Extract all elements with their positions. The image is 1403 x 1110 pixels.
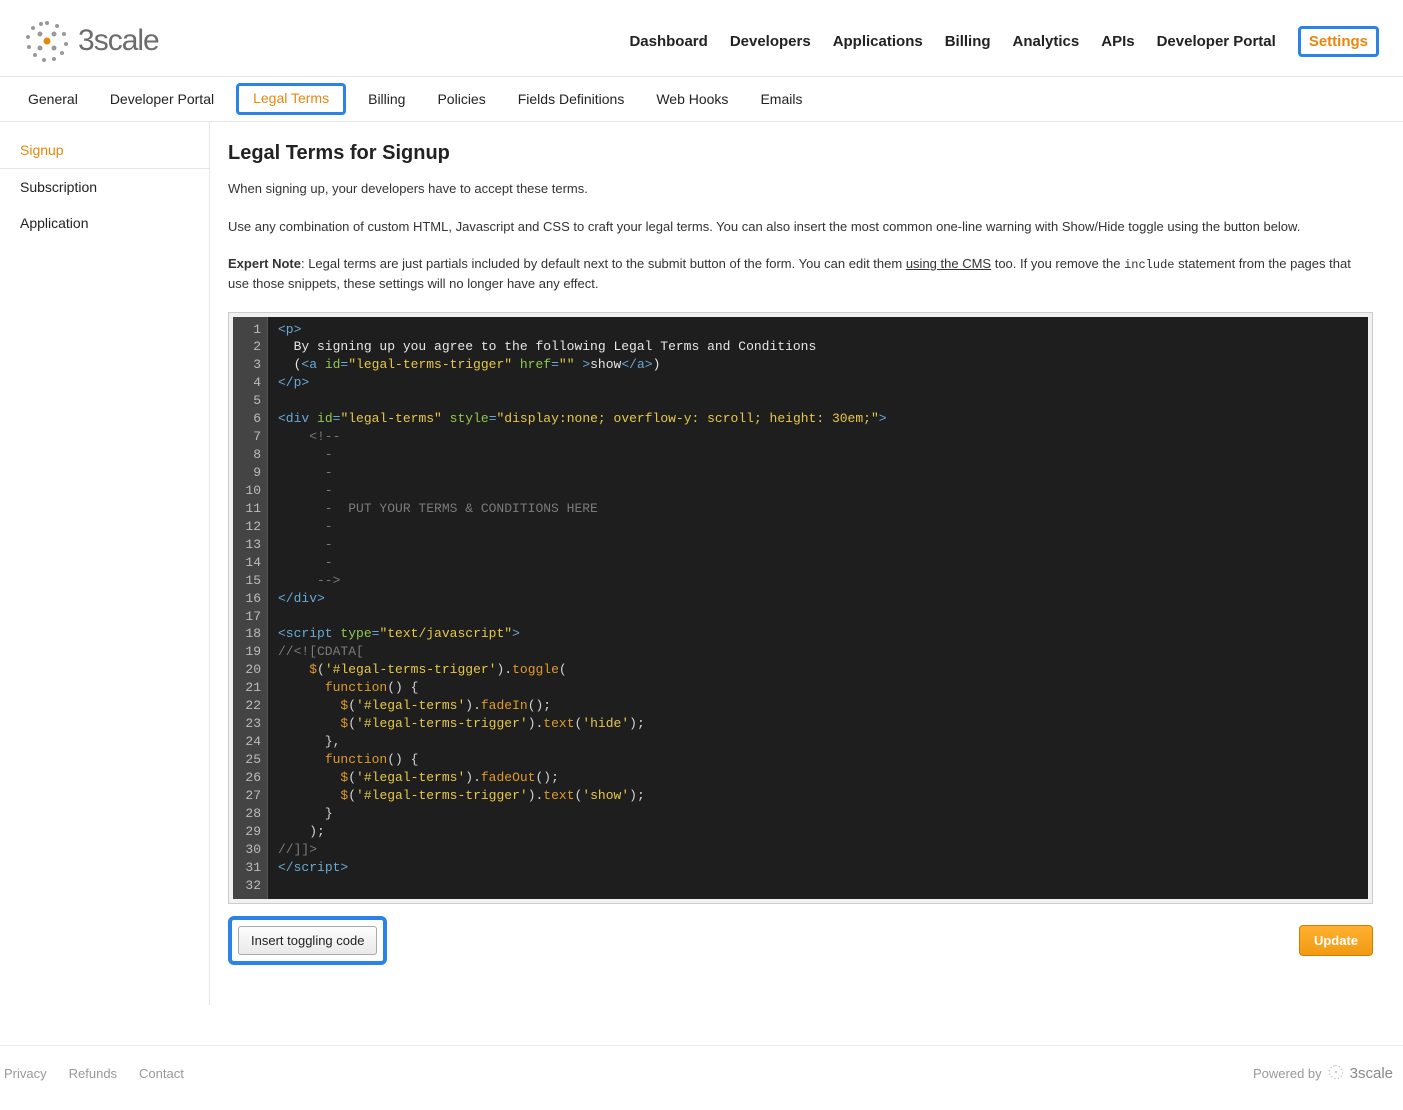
subnav-fields[interactable]: Fields Definitions [514, 89, 629, 109]
main-nav: Dashboard Developers Applications Billin… [629, 26, 1379, 57]
sidebar-item-application[interactable]: Application [0, 205, 209, 241]
content: Signup Subscription Application Legal Te… [0, 122, 1403, 1005]
code-editor[interactable]: 1234567891011121314151617181920212223242… [228, 312, 1373, 904]
intro-paragraph-1: When signing up, your developers have to… [228, 179, 1373, 199]
main-panel: Legal Terms for Signup When signing up, … [210, 122, 1403, 1005]
subnav-billing[interactable]: Billing [364, 89, 409, 109]
editor-gutter: 1234567891011121314151617181920212223242… [233, 317, 268, 899]
footer-links: Privacy Refunds Contact [4, 1066, 184, 1081]
footer: Privacy Refunds Contact Powered by 3scal… [0, 1045, 1403, 1110]
nav-settings-highlight: Settings [1298, 26, 1379, 57]
expert-note-text-1: : Legal terms are just partials included… [301, 256, 906, 271]
footer-refunds[interactable]: Refunds [69, 1066, 117, 1081]
header: 3scale Dashboard Developers Applications… [0, 0, 1403, 77]
page-title: Legal Terms for Signup [228, 142, 1373, 165]
expert-note-code: include [1124, 258, 1174, 272]
nav-apis[interactable]: APIs [1101, 33, 1134, 50]
footer-powered-label: Powered by [1253, 1066, 1322, 1081]
nav-developers[interactable]: Developers [730, 33, 811, 50]
nav-billing[interactable]: Billing [945, 33, 991, 50]
subnav-general[interactable]: General [24, 89, 82, 109]
expert-note-text-2: too. If you remove the [991, 256, 1124, 271]
subnav-emails[interactable]: Emails [756, 89, 806, 109]
editor-actions: Insert toggling code Update [228, 916, 1373, 965]
footer-contact[interactable]: Contact [139, 1066, 184, 1081]
insert-toggling-code-button[interactable]: Insert toggling code [238, 926, 377, 955]
footer-brand-icon [1328, 1064, 1344, 1083]
subnav-legal-terms-highlight: Legal Terms [236, 83, 346, 115]
brand-logo-icon [24, 18, 70, 64]
intro-text: When signing up, your developers have to… [228, 179, 1373, 294]
nav-developer-portal[interactable]: Developer Portal [1157, 33, 1276, 50]
update-button[interactable]: Update [1299, 925, 1373, 956]
subnav-developer-portal[interactable]: Developer Portal [106, 89, 218, 109]
expert-note: Expert Note: Legal terms are just partia… [228, 254, 1373, 294]
expert-note-label: Expert Note [228, 256, 301, 271]
nav-applications[interactable]: Applications [833, 33, 923, 50]
insert-toggle-highlight: Insert toggling code [228, 916, 387, 965]
footer-powered-by: Powered by 3scale [1253, 1064, 1393, 1083]
subnav-policies[interactable]: Policies [433, 89, 489, 109]
nav-analytics[interactable]: Analytics [1013, 33, 1080, 50]
brand-logo[interactable]: 3scale [24, 18, 159, 64]
sub-nav: General Developer Portal Legal Terms Bil… [0, 77, 1403, 122]
footer-brand-text: 3scale [1350, 1065, 1393, 1082]
brand-logo-text: 3scale [78, 24, 159, 58]
sidebar: Signup Subscription Application [0, 122, 210, 1005]
intro-paragraph-2: Use any combination of custom HTML, Java… [228, 217, 1373, 237]
subnav-web-hooks[interactable]: Web Hooks [652, 89, 732, 109]
subnav-legal-terms[interactable]: Legal Terms [249, 88, 333, 108]
nav-settings[interactable]: Settings [1309, 33, 1368, 50]
editor-code[interactable]: <p> By signing up you agree to the follo… [268, 317, 1368, 899]
sidebar-item-signup[interactable]: Signup [0, 132, 209, 169]
expert-note-cms-link[interactable]: using the CMS [906, 256, 991, 271]
footer-privacy[interactable]: Privacy [4, 1066, 47, 1081]
sidebar-item-subscription[interactable]: Subscription [0, 169, 209, 205]
nav-dashboard[interactable]: Dashboard [629, 33, 707, 50]
